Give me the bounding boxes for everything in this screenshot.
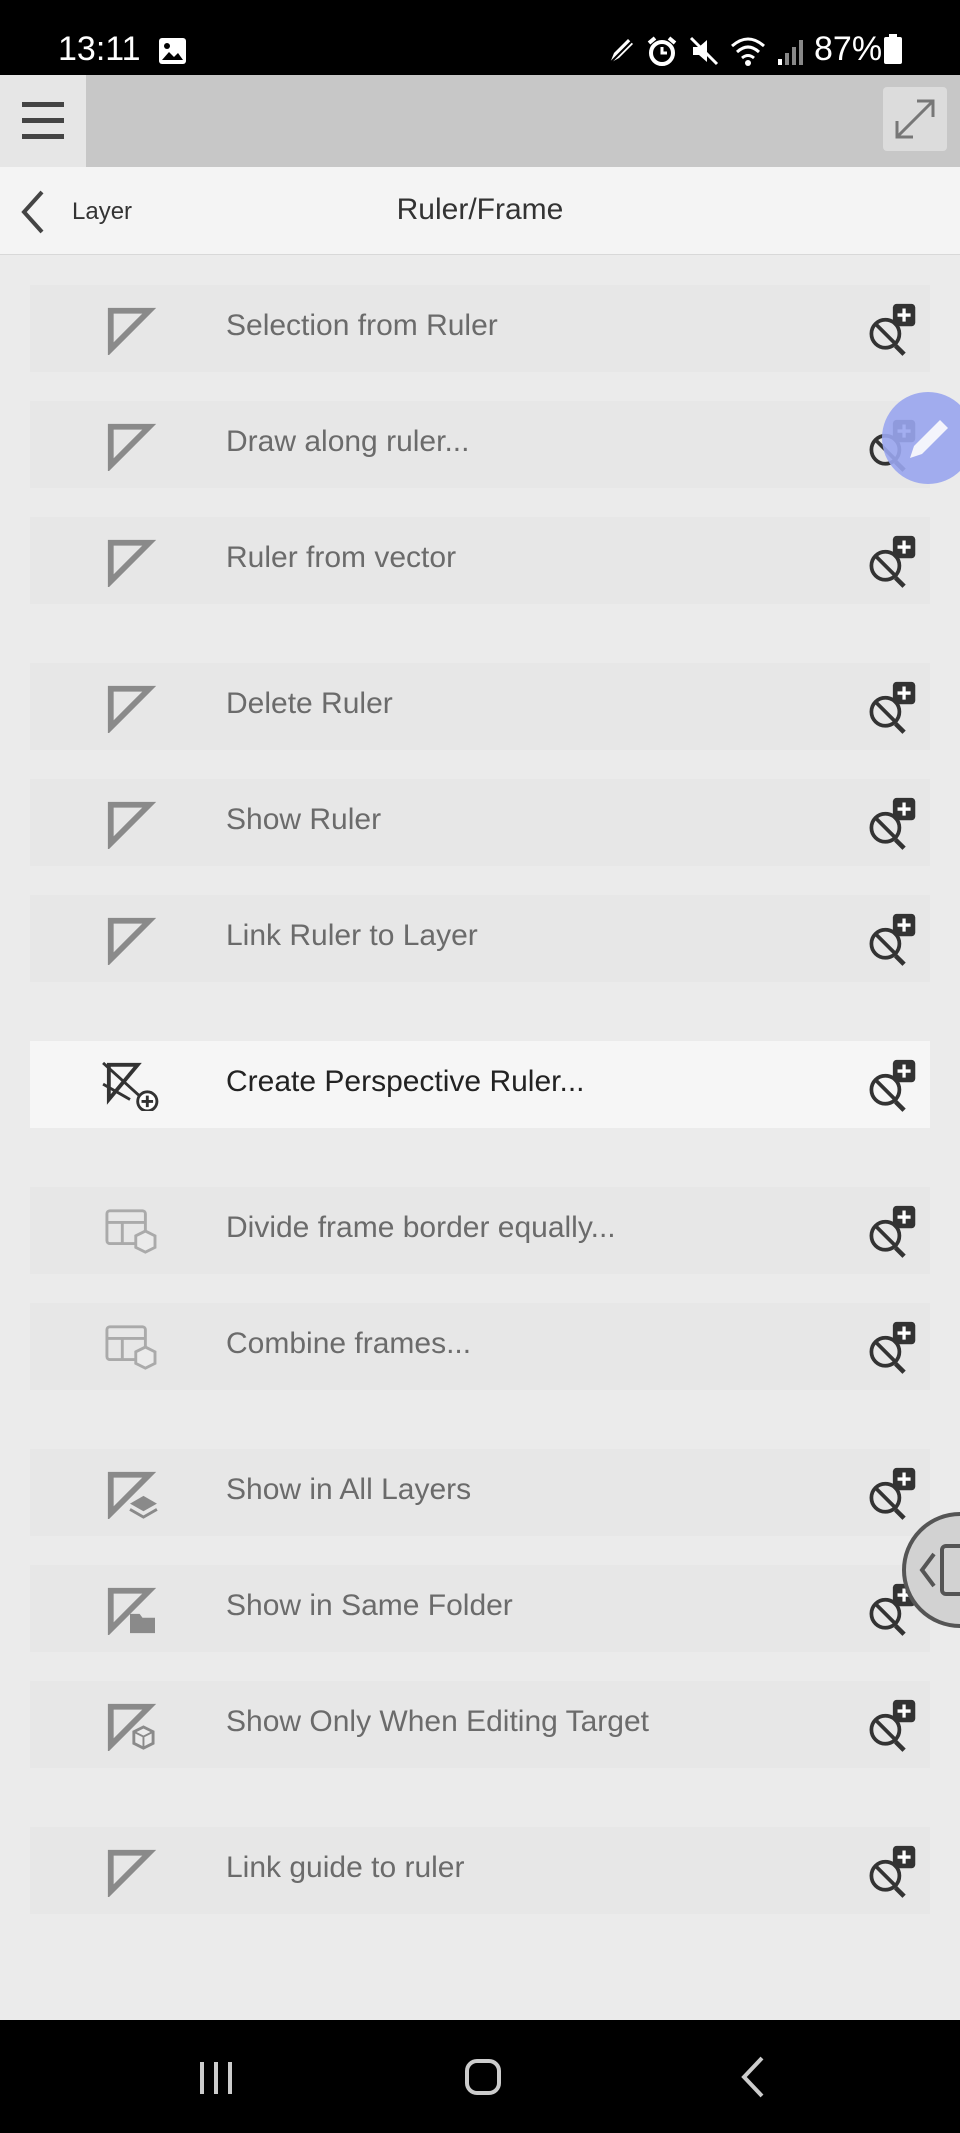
list-item-label: Draw along ruler... [226,425,470,458]
ruler-icon [107,307,157,355]
add-to-quick-access-icon[interactable] [863,1320,919,1376]
mute-icon [689,36,719,66]
perspective-ruler-icon [102,1061,159,1111]
page-title: Ruler/Frame [396,193,564,226]
list-item[interactable]: Show in All Layers [30,1449,930,1536]
add-to-quick-access-icon[interactable] [863,1058,919,1114]
ruler-folder-icon [107,1587,157,1635]
frame-icon [105,1325,157,1370]
add-to-quick-access-icon[interactable] [863,1204,919,1260]
chevron-left-icon [919,1544,960,1596]
pencil-icon [910,420,948,458]
list-item-label: Link Ruler to Layer [226,919,478,952]
add-to-quick-access-icon[interactable] [863,680,919,736]
add-to-quick-access-icon[interactable] [863,302,919,358]
navigation-header: Layer Ruler/Frame [0,167,960,255]
status-time: 13:11 [58,30,141,68]
alarm-icon [647,36,677,66]
system-navigation-bar [0,2020,960,2133]
system-icons [606,33,806,69]
recent-apps-icon[interactable] [186,2050,246,2104]
wifi-icon [731,37,765,66]
back-nav-icon[interactable] [724,2050,784,2104]
add-to-quick-access-icon[interactable] [863,796,919,852]
list-item-label: Show in Same Folder [226,1589,513,1622]
list-item[interactable]: Selection from Ruler [30,285,930,372]
list-item[interactable]: Show Ruler [30,779,930,866]
list-item[interactable]: Link guide to ruler [30,1827,930,1914]
list-item[interactable]: Ruler from vector [30,517,930,604]
home-icon[interactable] [453,2050,513,2104]
list-item-label: Selection from Ruler [226,309,498,342]
ruler-icon [107,917,157,965]
add-to-quick-access-icon[interactable] [863,1466,919,1522]
list-item[interactable]: Combine frames... [30,1303,930,1390]
ruler-icon [107,685,157,733]
add-to-quick-access-icon[interactable] [863,1698,919,1754]
menu-button[interactable] [0,75,86,167]
ruler-icon [107,1849,157,1897]
add-to-quick-access-icon[interactable] [863,912,919,968]
expand-button[interactable] [883,87,947,151]
list-item-label: Create Perspective Ruler... [226,1065,585,1098]
ruler-target-icon [107,1703,157,1751]
battery-level: 87% [814,30,883,68]
side-panel-handle[interactable] [902,1512,960,1628]
list-item[interactable]: Create Perspective Ruler... [30,1041,930,1128]
ruler-icon [107,539,157,587]
add-to-quick-access-icon[interactable] [863,534,919,590]
list-item-label: Combine frames... [226,1327,472,1360]
ruler-icon [107,801,157,849]
list-item-label: Divide frame border equally... [226,1211,616,1244]
add-to-quick-access-icon[interactable] [863,1844,919,1900]
list-item-label: Show in All Layers [226,1473,472,1506]
status-bar: 13:11 87% [0,0,960,75]
list-item[interactable]: Link Ruler to Layer [30,895,930,982]
list-item-label: Delete Ruler [226,687,393,720]
list-item[interactable]: Show Only When Editing Target [30,1681,930,1768]
ruler-icon [107,423,157,471]
list-item[interactable]: Show in Same Folder [30,1565,930,1652]
signal-icon [778,40,803,65]
list-item-label: Ruler from vector [226,541,457,574]
top-toolbar [0,75,960,167]
list-item-label: Show Ruler [226,803,382,836]
list-item-label: Show Only When Editing Target [226,1705,650,1738]
pen-icon [607,38,635,66]
list-item[interactable]: Draw along ruler... [30,401,930,488]
battery-icon [884,34,902,64]
floating-pen-button[interactable] [882,392,960,484]
list-item[interactable]: Divide frame border equally... [30,1187,930,1274]
ruler-layers-icon [107,1471,158,1519]
hamburger-menu-icon [22,102,64,139]
list-item[interactable]: Delete Ruler [30,663,930,750]
list-item-label: Link guide to ruler [226,1851,465,1884]
expand-icon [895,99,935,139]
frame-icon [105,1209,157,1254]
photo-icon [159,38,186,64]
